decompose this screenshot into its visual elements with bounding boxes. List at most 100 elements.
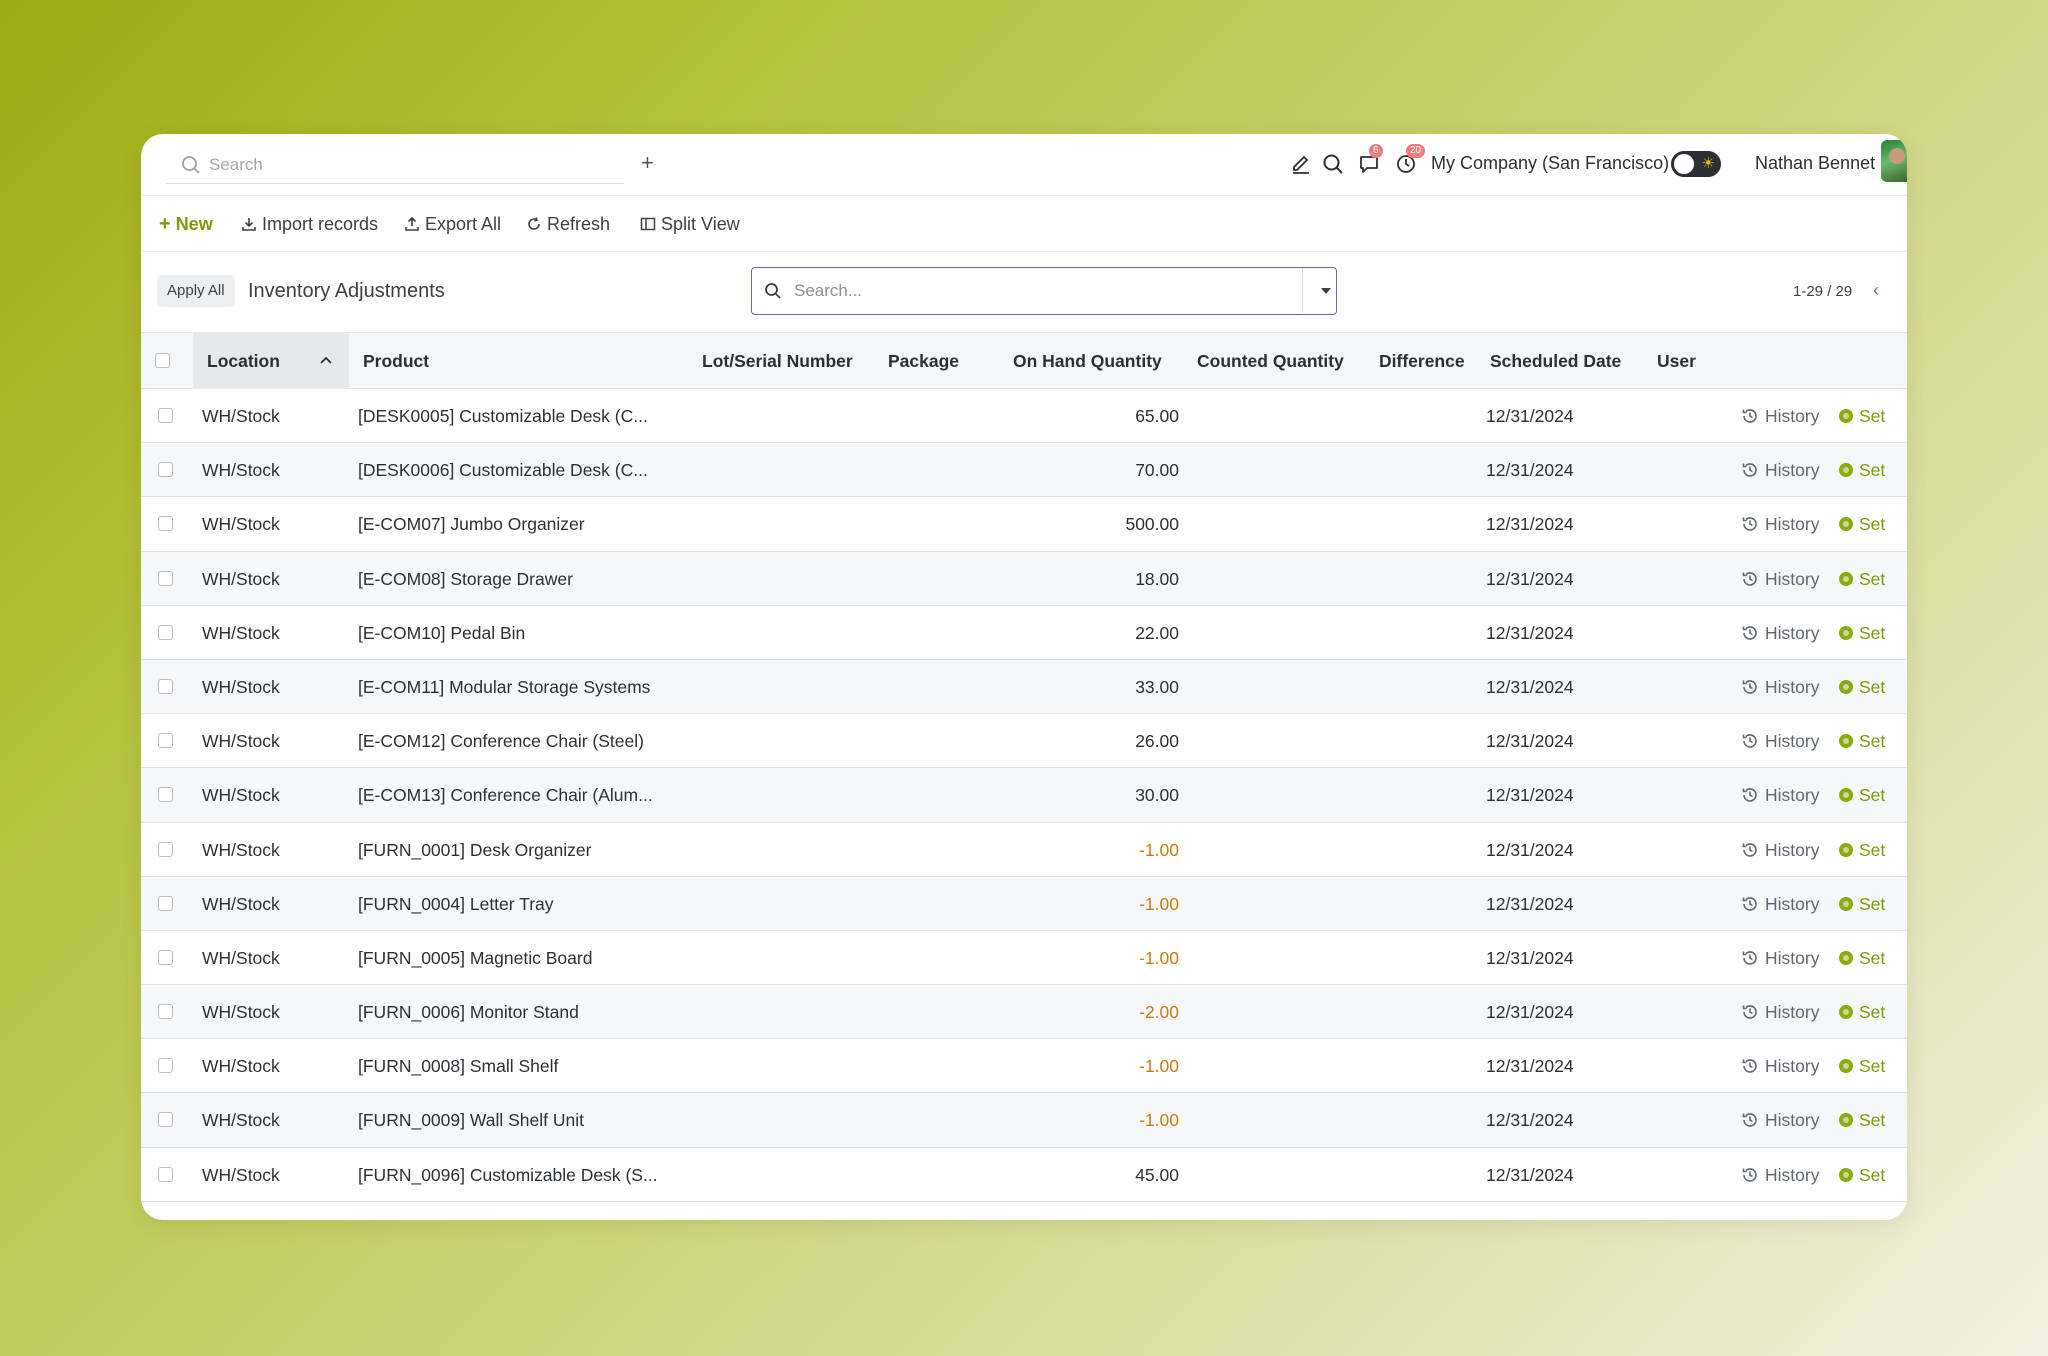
- history-button[interactable]: History: [1741, 838, 1819, 862]
- row-checkbox[interactable]: [158, 787, 173, 803]
- history-button[interactable]: History: [1741, 567, 1819, 591]
- table-row[interactable]: WH/Stock [DESK0005] Customizable Desk (C…: [141, 389, 1907, 444]
- avatar[interactable]: [1881, 140, 1907, 182]
- column-product[interactable]: Product: [363, 333, 429, 389]
- row-checkbox[interactable]: [158, 733, 173, 749]
- history-button[interactable]: History: [1741, 729, 1819, 753]
- set-button[interactable]: Set: [1839, 729, 1885, 753]
- history-button[interactable]: History: [1741, 675, 1819, 699]
- table-row[interactable]: WH/Stock [FURN_0009] Wall Shelf Unit -1.…: [141, 1093, 1907, 1148]
- set-button[interactable]: Set: [1839, 1108, 1885, 1132]
- history-button[interactable]: History: [1741, 892, 1819, 916]
- row-checkbox[interactable]: [158, 408, 173, 423]
- row-checkbox[interactable]: [158, 516, 173, 532]
- column-package[interactable]: Package: [888, 333, 959, 389]
- history-button[interactable]: History: [1741, 1054, 1819, 1078]
- table-row[interactable]: WH/Stock [FURN_0001] Desk Organizer -1.0…: [141, 823, 1907, 877]
- table-row[interactable]: WH/Stock [E-COM08] Storage Drawer 18.00 …: [141, 551, 1907, 606]
- row-checkbox[interactable]: [158, 1004, 173, 1020]
- table-row[interactable]: WH/Stock [FURN_0006] Monitor Stand -2.00…: [141, 985, 1907, 1040]
- set-button[interactable]: Set: [1839, 1000, 1885, 1024]
- set-button[interactable]: Set: [1839, 892, 1885, 916]
- company-switcher[interactable]: My Company (San Francisco): [1431, 148, 1669, 178]
- row-checkbox[interactable]: [158, 462, 173, 478]
- row-checkbox[interactable]: [158, 678, 173, 694]
- search-options-dropdown[interactable]: [1302, 268, 1336, 313]
- history-button[interactable]: History: [1741, 1000, 1819, 1024]
- search-icon[interactable]: [1319, 150, 1347, 178]
- set-button[interactable]: Set: [1839, 783, 1885, 807]
- add-button[interactable]: +: [641, 148, 654, 178]
- list-search-input[interactable]: [794, 281, 1294, 301]
- set-button[interactable]: Set: [1839, 567, 1885, 591]
- refresh-icon: [528, 217, 540, 230]
- history-button[interactable]: History: [1741, 512, 1819, 536]
- table-row[interactable]: WH/Stock [E-COM11] Modular Storage Syste…: [141, 659, 1907, 715]
- pager-value[interactable]: 1-29 / 29: [1793, 282, 1852, 302]
- row-checkbox[interactable]: [158, 570, 173, 586]
- list-search[interactable]: [751, 267, 1337, 315]
- history-button[interactable]: History: [1741, 621, 1819, 645]
- global-search[interactable]: [166, 146, 624, 184]
- row-checkbox[interactable]: [158, 624, 173, 640]
- set-label: Set: [1859, 785, 1886, 806]
- row-checkbox[interactable]: [158, 1058, 173, 1074]
- set-button[interactable]: Set: [1839, 458, 1885, 482]
- select-all-checkbox[interactable]: [155, 353, 170, 368]
- set-button[interactable]: Set: [1839, 512, 1885, 536]
- on-hand-cell: -1.00: [1139, 839, 1179, 860]
- set-button[interactable]: Set: [1839, 675, 1885, 699]
- new-button[interactable]: + New: [159, 212, 213, 236]
- set-button[interactable]: Set: [1839, 946, 1885, 970]
- chevron-left-icon[interactable]: ‹: [1873, 279, 1879, 301]
- table-row[interactable]: WH/Stock [E-COM10] Pedal Bin 22.00 12/31…: [141, 606, 1907, 660]
- scheduled-date-cell: 12/31/2024: [1486, 893, 1574, 914]
- history-button[interactable]: History: [1741, 1163, 1819, 1187]
- history-button[interactable]: History: [1741, 404, 1819, 428]
- table-row[interactable]: WH/Stock [E-COM13] Conference Chair (Alu…: [141, 768, 1907, 823]
- export-all-button[interactable]: Export All: [404, 212, 501, 236]
- global-search-input[interactable]: [209, 154, 589, 175]
- table-row[interactable]: WH/Stock [E-COM07] Jumbo Organizer 500.0…: [141, 497, 1907, 552]
- row-checkbox[interactable]: [158, 841, 173, 857]
- apply-all-button[interactable]: Apply All: [157, 275, 235, 307]
- table-row[interactable]: WH/Stock [E-COM12] Conference Chair (Ste…: [141, 714, 1907, 769]
- column-counted[interactable]: Counted Quantity: [1197, 333, 1344, 389]
- split-view-button[interactable]: Split View: [640, 212, 740, 236]
- messages-icon[interactable]: 6: [1355, 144, 1383, 178]
- set-button[interactable]: Set: [1839, 404, 1885, 428]
- set-icon: [1839, 679, 1853, 694]
- user-menu[interactable]: Nathan Bennet: [1755, 148, 1875, 178]
- history-icon: [1742, 1167, 1757, 1182]
- history-button[interactable]: History: [1741, 458, 1819, 482]
- column-difference[interactable]: Difference: [1379, 333, 1465, 389]
- history-button[interactable]: History: [1741, 783, 1819, 807]
- table-row[interactable]: WH/Stock [DESK0006] Customizable Desk (C…: [141, 443, 1907, 498]
- table-row[interactable]: WH/Stock [FURN_0004] Letter Tray -1.00 1…: [141, 876, 1907, 931]
- import-records-button[interactable]: Import records: [241, 212, 378, 236]
- set-button[interactable]: Set: [1839, 1163, 1885, 1187]
- history-label: History: [1765, 1164, 1820, 1185]
- history-button[interactable]: History: [1741, 946, 1819, 970]
- column-scheduled-date[interactable]: Scheduled Date: [1490, 333, 1621, 389]
- column-user[interactable]: User: [1657, 333, 1696, 389]
- row-checkbox[interactable]: [158, 895, 173, 911]
- set-button[interactable]: Set: [1839, 838, 1885, 862]
- table-row[interactable]: WH/Stock [FURN_0005] Magnetic Board -1.0…: [141, 931, 1907, 986]
- row-checkbox[interactable]: [158, 949, 173, 965]
- activities-icon[interactable]: 20: [1392, 144, 1426, 178]
- history-button[interactable]: History: [1741, 1108, 1819, 1132]
- row-checkbox[interactable]: [158, 1112, 173, 1128]
- column-lot-serial[interactable]: Lot/Serial Number: [702, 333, 853, 389]
- table-row[interactable]: WH/Stock [FURN_0096] Customizable Desk (…: [141, 1148, 1907, 1202]
- edit-icon[interactable]: [1287, 150, 1315, 178]
- set-button[interactable]: Set: [1839, 1054, 1885, 1078]
- theme-toggle[interactable]: ☀: [1671, 151, 1721, 177]
- table-row[interactable]: WH/Stock [FURN_0008] Small Shelf -1.00 1…: [141, 1039, 1907, 1094]
- row-checkbox[interactable]: [158, 1166, 173, 1182]
- set-button[interactable]: Set: [1839, 621, 1885, 645]
- column-on-hand[interactable]: On Hand Quantity: [1013, 333, 1162, 389]
- column-location[interactable]: Location: [193, 333, 349, 389]
- location-cell: WH/Stock: [202, 1164, 280, 1185]
- refresh-button[interactable]: Refresh: [526, 212, 610, 236]
